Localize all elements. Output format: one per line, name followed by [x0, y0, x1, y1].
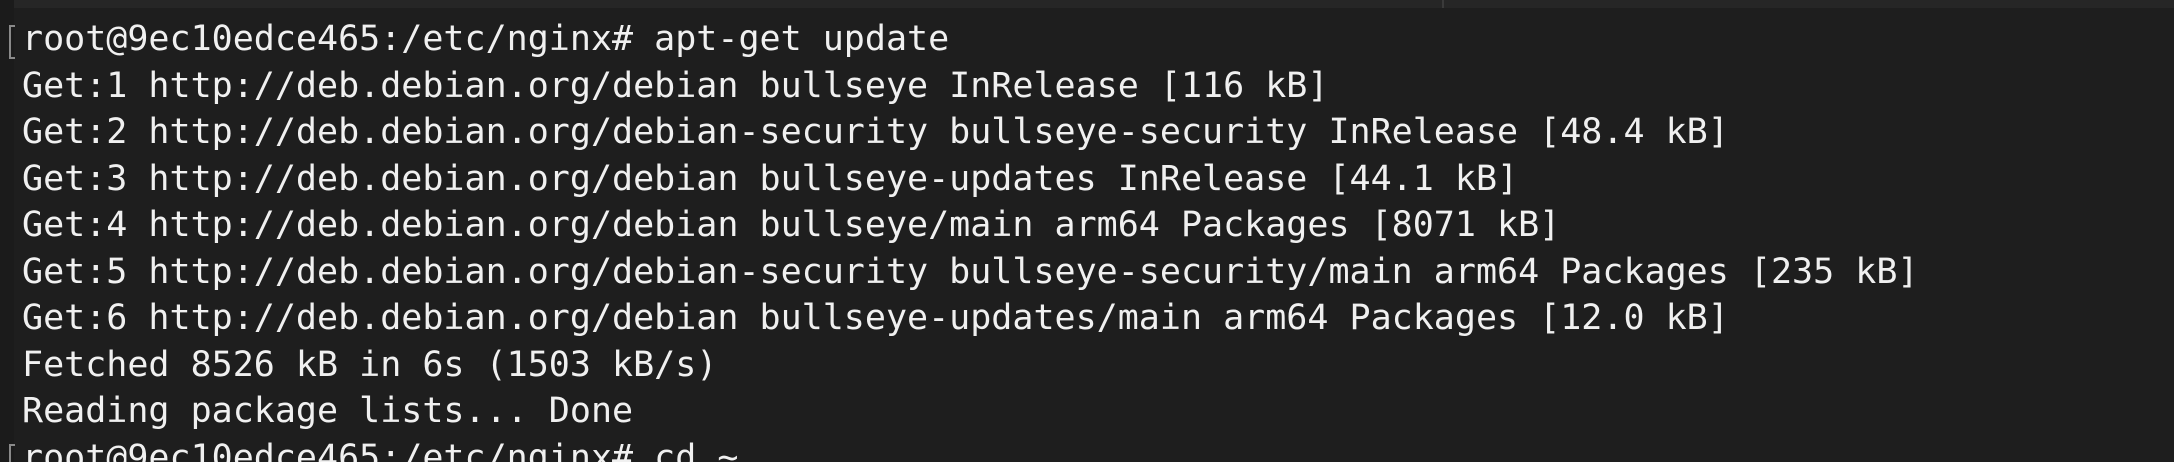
output-line: Fetched 8526 kB in 6s (1503 kB/s) [22, 344, 718, 385]
output-line: Get:3 http://deb.debian.org/debian bulls… [22, 158, 1519, 199]
command-prompt-line: root@9ec10edce465:/etc/nginx# cd ~ [0, 435, 2174, 462]
command-prompt-line: root@9ec10edce465:/etc/nginx# apt-get up… [0, 16, 2174, 63]
output-line: Get:6 http://deb.debian.org/debian bulls… [22, 298, 1729, 338]
output-line: Get:2 http://deb.debian.org/debian-secur… [22, 112, 1729, 152]
window-top-edge [0, 0, 2174, 8]
terminal-output[interactable]: root@9ec10edce465:/etc/nginx# apt-get up… [0, 16, 2174, 462]
pane-divider [1442, 0, 1444, 8]
output-line: Reading package lists... Done [22, 391, 634, 431]
output-line: Get:1 http://deb.debian.org/debian bulls… [22, 65, 1329, 106]
output-line: Get:5 http://deb.debian.org/debian-secur… [22, 251, 1919, 292]
output-line: Get:4 http://deb.debian.org/debian bulls… [22, 205, 1561, 245]
terminal-window[interactable]: root@9ec10edce465:/etc/nginx# apt-get up… [0, 0, 2174, 462]
